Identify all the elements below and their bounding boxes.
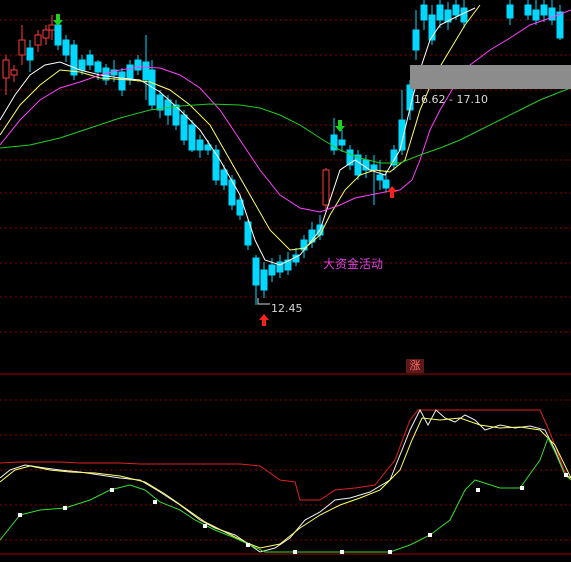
indicator-marker (520, 486, 524, 490)
indicator-marker (18, 513, 22, 517)
candle-up-body (10, 69, 18, 76)
indicator-marker (153, 500, 157, 504)
ma-long-line (0, 9, 571, 213)
indicator-marker (564, 473, 568, 477)
candle-down-body (436, 4, 444, 21)
candle-down-body (188, 124, 196, 151)
candle-down-body (460, 7, 468, 23)
low-price-marker (257, 298, 270, 305)
indicator-marker (246, 543, 250, 547)
indicator-marker (203, 524, 207, 528)
candle-down-body (156, 94, 164, 111)
indicator-green-line (0, 436, 571, 553)
candle-up-body (42, 29, 50, 39)
indicator-badge[interactable]: 涨 (406, 359, 424, 373)
candle-down-body (54, 24, 62, 46)
candle-down-body (420, 4, 428, 21)
indicator-marker (110, 488, 114, 492)
activity-annotation: 大资金活动 (323, 257, 384, 271)
red-up-arrow-icon (259, 314, 269, 326)
indicator-marker (293, 550, 297, 554)
candle-down-body (126, 64, 134, 81)
candle-down-body (134, 59, 142, 71)
candle-down-body (78, 59, 86, 71)
candle-down-body (94, 61, 102, 73)
candle-down-body (70, 44, 78, 76)
indicator-marker (388, 550, 392, 554)
candle-down-body (382, 179, 390, 189)
indicator-marker (476, 488, 480, 492)
indicator-marker (63, 506, 67, 510)
candle-up-body (18, 39, 26, 56)
candle-down-body (142, 61, 150, 81)
green-down-arrow-icon (53, 14, 63, 26)
price-range-label: 16.62 - 17.10 (414, 93, 488, 106)
low-price-label: 12.45 (271, 302, 303, 315)
candle-up-body (2, 59, 10, 79)
candle-down-body (540, 4, 548, 16)
indicator-marker (340, 550, 344, 554)
candle-down-body (118, 71, 126, 91)
candle-down-body (370, 164, 378, 171)
candle-down-body (180, 114, 188, 141)
candle-up-body (34, 34, 42, 46)
price-range-highlight (410, 65, 571, 89)
candle-down-body (338, 139, 346, 146)
candle-up-body (322, 169, 330, 206)
candle-down-body (376, 174, 384, 181)
stock-chart-window: 16.62 - 17.10 12.45 大资金活动 涨 (0, 0, 571, 562)
candle-down-body (506, 4, 514, 19)
candle-down-body (524, 4, 532, 16)
candle-down-body (86, 54, 94, 66)
candle-up-body (48, 24, 56, 31)
candle-down-body (26, 47, 34, 61)
candle-down-body (260, 269, 268, 291)
candle-down-body (196, 139, 204, 151)
green-down-arrow-icon (335, 120, 345, 132)
indicator-red-line (0, 409, 571, 501)
candle-down-body (556, 11, 564, 39)
candle-down-body (532, 9, 540, 21)
candle-down-body (220, 169, 228, 186)
candle-down-body (268, 264, 276, 276)
candle-down-body (452, 4, 460, 16)
candle-down-body (62, 39, 70, 56)
candle-down-body (252, 257, 260, 286)
indicator-marker (428, 533, 432, 537)
candle-down-body (412, 29, 420, 51)
